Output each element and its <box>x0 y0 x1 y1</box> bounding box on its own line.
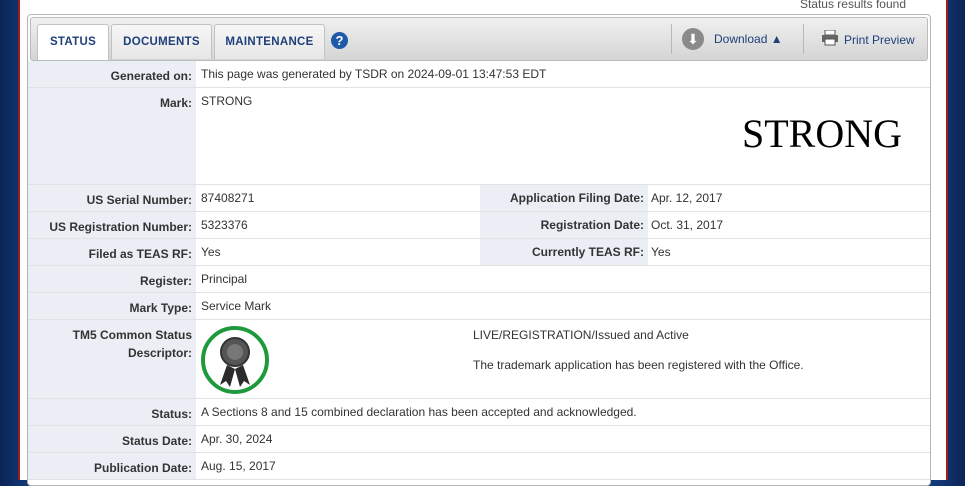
status-date-value: Apr. 30, 2024 <box>201 432 273 446</box>
publication-date-value: Aug. 15, 2017 <box>201 459 276 473</box>
serial-number-label: US Serial Number: <box>28 185 196 211</box>
help-icon[interactable]: ? <box>331 32 348 49</box>
generated-on-value: This page was generated by TSDR on 2024-… <box>201 67 547 81</box>
print-preview-button[interactable]: Print Preview <box>844 33 915 47</box>
toolbar: STATUS DOCUMENTS MAINTENANCE ? ⬇ Downloa… <box>30 17 928 61</box>
download-button[interactable]: Download ▲ <box>714 32 783 46</box>
tm5-status-text: LIVE/REGISTRATION/Issued and Active <box>473 328 689 342</box>
generated-on-label: Generated on: <box>28 61 196 87</box>
toolbar-divider <box>671 24 672 54</box>
register-value: Principal <box>201 272 248 286</box>
registration-date-value: Oct. 31, 2017 <box>651 218 724 232</box>
row-publication-date: Publication Date: Aug. 15, 2017 <box>28 453 930 480</box>
results-found-text: Status results found <box>799 0 906 11</box>
tm5-label-line2: Descriptor: <box>127 346 192 360</box>
row-generated-on: Generated on: This page was generated by… <box>28 61 930 88</box>
register-label: Register: <box>28 266 196 292</box>
row-register: Register: Principal <box>28 266 930 293</box>
row-registration: US Registration Number: 5323376 Registra… <box>28 212 930 239</box>
mark-label: Mark: <box>28 88 196 184</box>
mark-type-value: Service Mark <box>201 299 272 313</box>
status-label: Status: <box>28 399 196 425</box>
filed-teas-rf-label: Filed as TEAS RF: <box>28 239 196 265</box>
mark-value: STRONG <box>201 94 253 108</box>
toolbar-divider <box>803 24 804 54</box>
tm5-label: TM5 Common Status Descriptor: <box>28 320 196 398</box>
tm5-status-description: The trademark application has been regis… <box>473 358 804 372</box>
registered-badge-icon <box>201 326 269 394</box>
currently-teas-rf-label: Currently TEAS RF: <box>480 239 648 265</box>
row-status: Status: A Sections 8 and 15 combined dec… <box>28 399 930 426</box>
tm5-label-line1: TM5 Common Status <box>72 328 192 342</box>
row-mark: Mark: STRONG STRONG <box>28 88 930 185</box>
publication-date-label: Publication Date: <box>28 453 196 479</box>
registration-number-label: US Registration Number: <box>28 212 196 238</box>
status-panel: STATUS DOCUMENTS MAINTENANCE ? ⬇ Downloa… <box>27 14 931 486</box>
currently-teas-rf-value: Yes <box>651 245 671 259</box>
mark-drawing-image: STRONG <box>741 111 902 156</box>
printer-icon[interactable] <box>821 30 839 46</box>
row-status-date: Status Date: Apr. 30, 2024 <box>28 426 930 453</box>
row-mark-type: Mark Type: Service Mark <box>28 293 930 320</box>
tab-status[interactable]: STATUS <box>37 24 109 60</box>
serial-number-value: 87408271 <box>201 191 255 205</box>
status-value: A Sections 8 and 15 combined declaration… <box>201 405 637 419</box>
status-date-label: Status Date: <box>28 426 196 452</box>
row-serial: US Serial Number: 87408271 Application F… <box>28 185 930 212</box>
tab-documents[interactable]: DOCUMENTS <box>111 24 212 59</box>
registration-date-label: Registration Date: <box>480 212 648 238</box>
filing-date-value: Apr. 12, 2017 <box>651 191 723 205</box>
filed-teas-rf-value: Yes <box>201 245 221 259</box>
tab-maintenance[interactable]: MAINTENANCE <box>214 24 325 59</box>
filing-date-label: Application Filing Date: <box>480 185 648 211</box>
row-teas-rf: Filed as TEAS RF: Yes Currently TEAS RF:… <box>28 239 930 266</box>
download-icon[interactable]: ⬇ <box>682 28 704 50</box>
row-tm5: TM5 Common Status Descriptor: LIVE/REGIS… <box>28 320 930 399</box>
mark-type-label: Mark Type: <box>28 293 196 319</box>
registration-number-value: 5323376 <box>201 218 248 232</box>
